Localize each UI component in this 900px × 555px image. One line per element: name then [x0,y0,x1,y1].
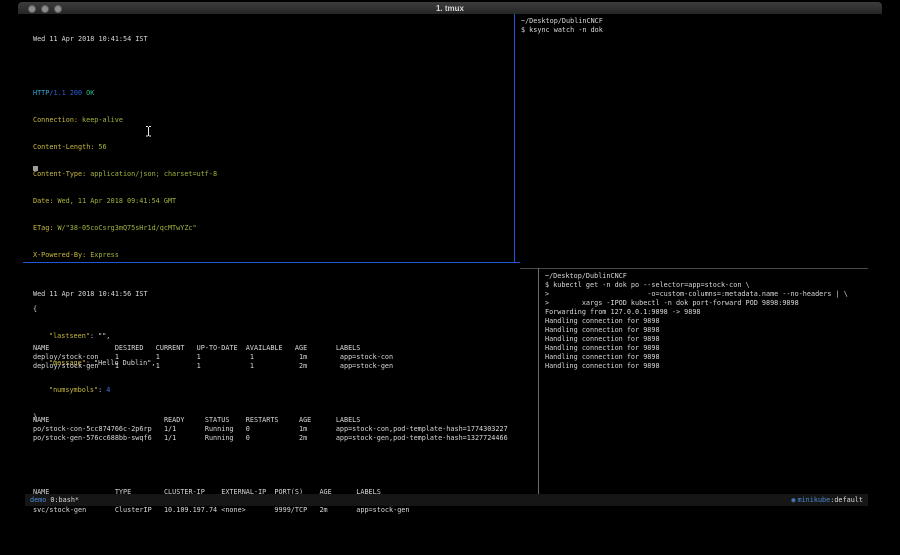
window-title: 1. tmux [18,3,882,14]
http-reason: OK [86,89,94,97]
spacer [33,317,508,326]
pane-border-horizontal-right[interactable] [520,268,868,269]
deployments-table: NAME DESIRED CURRENT UP-TO-DATE AVAILABL… [33,344,508,371]
session-name: demo [30,496,46,504]
kubernetes-icon: ◉ [791,496,795,504]
spacer [33,389,508,398]
active-pane-border-vertical[interactable] [514,14,515,262]
http-header-line: Content-Type:application/json; charset=u… [33,170,217,179]
http-header-line: X-Powered-By:Express [33,251,217,260]
http-header-line: Connection:keep-alive [33,116,217,125]
kube-namespace: :default [830,496,863,504]
http-status-line: HTTP/1.1 200 OK [33,89,217,98]
kube-context: minikube [798,496,831,504]
http-version-code: /1.1 200 [49,89,82,97]
status-bar: demo 0:bash* ◉minikube:default [25,494,868,506]
window-tab[interactable]: 0:bash* [50,496,79,504]
status-left: demo 0:bash* [30,494,83,506]
pods-table: NAME READY STATUS RESTARTS AGE LABELS po… [33,416,508,443]
terminal-cursor [33,166,38,171]
http-header-line: Content-Length:56 [33,143,217,152]
spacer [33,62,217,71]
terminal-window: 1. tmux Wed 11 Apr 2018 10:41:54 IST HTT… [18,2,882,506]
pane-ksync[interactable]: ~/Desktop/DublinCNCF $ ksync watch -n do… [521,17,603,35]
text-cursor-icon [145,122,152,141]
status-right: ◉minikube:default [789,494,863,506]
pane-border-vertical-bottom[interactable] [538,268,539,494]
timestamp-line: Wed 11 Apr 2018 10:41:56 IST [33,290,508,299]
http-header-line: Date:Wed, 11 Apr 2018 09:41:54 GMT [33,197,217,206]
title-bar: 1. tmux [18,2,882,14]
pane-port-forward[interactable]: ~/Desktop/DublinCNCF $ kubectl get -n do… [545,272,848,371]
http-header-line: ETag:W/"38-05coCsrg3mQ75sHr1d/qcMTwYZc" [33,224,217,233]
http-protocol: HTTP [33,89,49,97]
tmux-session: Wed 11 Apr 2018 10:41:54 IST HTTP/1.1 20… [18,14,882,494]
spacer [33,461,508,470]
timestamp-line: Wed 11 Apr 2018 10:41:54 IST [33,35,217,44]
